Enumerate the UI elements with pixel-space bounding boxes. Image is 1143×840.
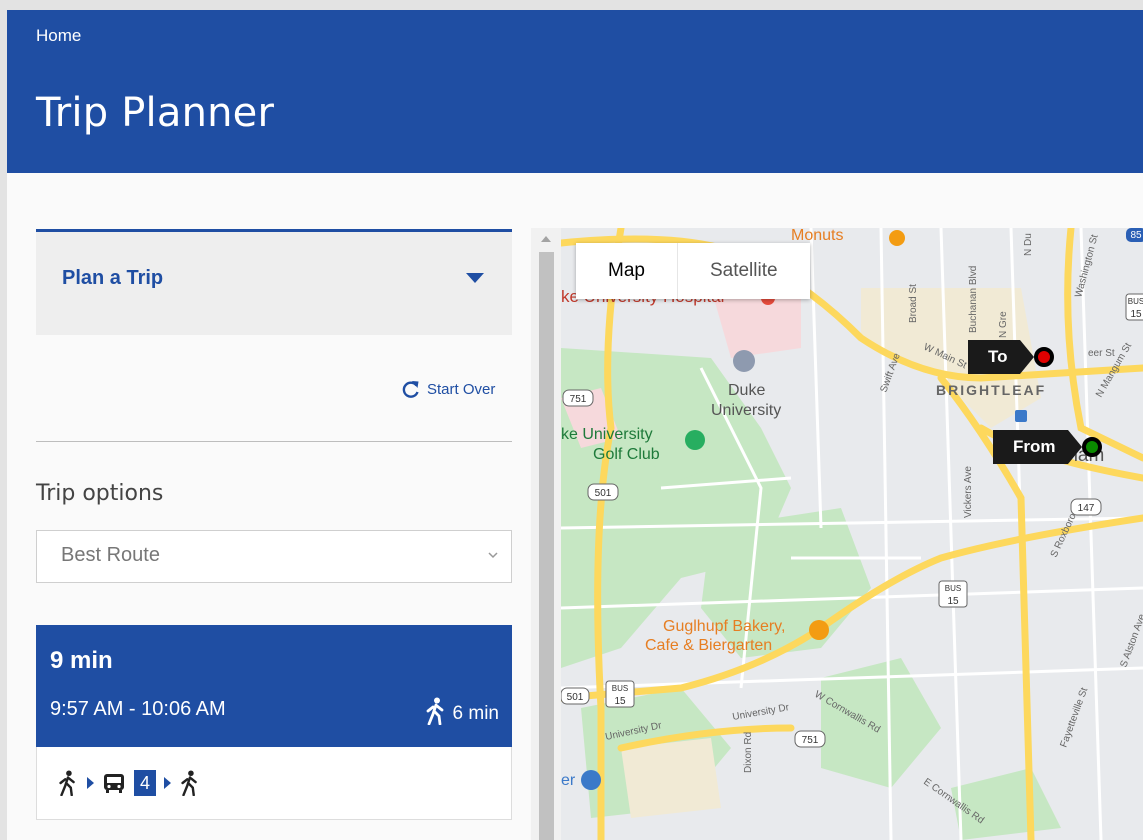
to-dot-icon — [1033, 347, 1054, 367]
map[interactable]: Monuts ke University Hospital Duke Unive… — [561, 228, 1143, 840]
breadcrumb-home[interactable]: Home — [36, 26, 81, 46]
shield-15: 15 — [614, 696, 626, 707]
refresh-icon — [402, 381, 419, 398]
transit-icon — [1015, 410, 1027, 422]
food-icon — [889, 230, 905, 246]
street-broad: Broad St — [908, 284, 919, 323]
school-icon — [733, 350, 755, 372]
page-title: Trip Planner — [36, 90, 275, 136]
to-marker[interactable]: To — [968, 340, 1054, 374]
map-canvas[interactable]: Monuts ke University Hospital Duke Unive… — [561, 228, 1143, 840]
from-marker-label: From — [993, 430, 1081, 464]
from-marker[interactable]: From — [993, 430, 1102, 464]
commercial-area — [621, 738, 721, 818]
shield-bus: BUS — [945, 584, 961, 593]
map-frame: Monuts ke University Hospital Duke Unive… — [531, 228, 1143, 840]
shield-bus: BUS — [1128, 297, 1143, 306]
place-golf-2: Golf Club — [593, 446, 660, 463]
shield-15: 15 — [947, 596, 959, 607]
street-buchanan: Buchanan Blvd — [968, 266, 979, 333]
main-content: Plan a Trip Start Over Trip options Best… — [7, 173, 1143, 840]
trip-legs: 4 — [36, 747, 512, 820]
trip-options-select[interactable]: Best Route — [36, 530, 512, 583]
trip-result-summary: 9 min 9:57 AM - 10:06 AM 6 min — [36, 625, 512, 747]
map-type-satellite-button[interactable]: Satellite — [676, 243, 810, 299]
place-bakery-1: Guglhupf Bakery, — [663, 618, 785, 635]
shield-751: 751 — [802, 735, 819, 746]
trip-duration: 9 min — [50, 647, 113, 674]
food-icon — [809, 620, 829, 640]
trip-result-card[interactable]: 9 min 9:57 AM - 10:06 AM 6 min 4 — [36, 625, 512, 820]
map-type-control: Map Satellite — [576, 243, 810, 299]
walk-icon — [426, 697, 443, 725]
shield-15: 15 — [1130, 309, 1142, 320]
trip-times: 9:57 AM - 10:06 AM — [50, 698, 226, 720]
shield-85: 85 — [1130, 230, 1142, 241]
golf-icon — [685, 430, 705, 450]
place-er: er — [561, 772, 576, 789]
trip-options-value: Best Route — [61, 544, 160, 566]
chevron-down-icon — [488, 552, 498, 559]
place-duke: Duke — [728, 382, 765, 399]
street-n-duke: N Du — [1023, 233, 1034, 256]
shield-bus: BUS — [612, 684, 628, 693]
shield-751: 751 — [570, 394, 587, 405]
walk-icon — [59, 770, 75, 796]
page-header: Home Trip Planner — [7, 10, 1143, 173]
map-type-map-button[interactable]: Map — [576, 243, 677, 299]
arrow-right-icon — [87, 777, 94, 789]
plan-trip-accordion[interactable]: Plan a Trip — [36, 229, 512, 335]
walk-icon — [181, 770, 197, 796]
shield-501: 501 — [567, 692, 584, 703]
place-brightleaf: BRIGHTLEAF — [936, 382, 1046, 398]
street-peer: eer St — [1088, 348, 1115, 359]
street-dixon: Dixon Rd — [743, 732, 754, 773]
place-bakery-2: Cafe & Biergarten — [645, 637, 772, 654]
bus-icon — [104, 774, 124, 793]
start-over-label: Start Over — [427, 380, 496, 398]
plan-trip-label: Plan a Trip — [62, 267, 164, 289]
scroll-up-icon[interactable] — [541, 236, 551, 242]
trip-options-heading: Trip options — [36, 481, 164, 506]
start-over-button[interactable]: Start Over — [401, 379, 495, 399]
caret-down-icon — [466, 273, 484, 283]
to-marker-label: To — [968, 340, 1033, 374]
route-badge: 4 — [134, 770, 157, 796]
shield-147: 147 — [1078, 503, 1095, 514]
place-university: University — [711, 402, 781, 419]
scrollbar[interactable] — [531, 228, 561, 840]
section-divider — [36, 441, 512, 442]
street-vickers: Vickers Ave — [963, 466, 974, 518]
shopping-icon — [581, 770, 601, 790]
arrow-right-icon — [164, 777, 172, 789]
from-dot-icon — [1081, 437, 1102, 457]
scrollbar-thumb[interactable] — [539, 252, 554, 840]
street-n-gregson: N Gre — [998, 311, 1009, 338]
walk-time-label: 6 min — [452, 703, 499, 724]
place-golf-1: ke University — [561, 426, 653, 443]
place-monuts: Monuts — [791, 228, 843, 244]
walk-time: 6 min — [425, 697, 499, 725]
shield-501: 501 — [595, 488, 612, 499]
